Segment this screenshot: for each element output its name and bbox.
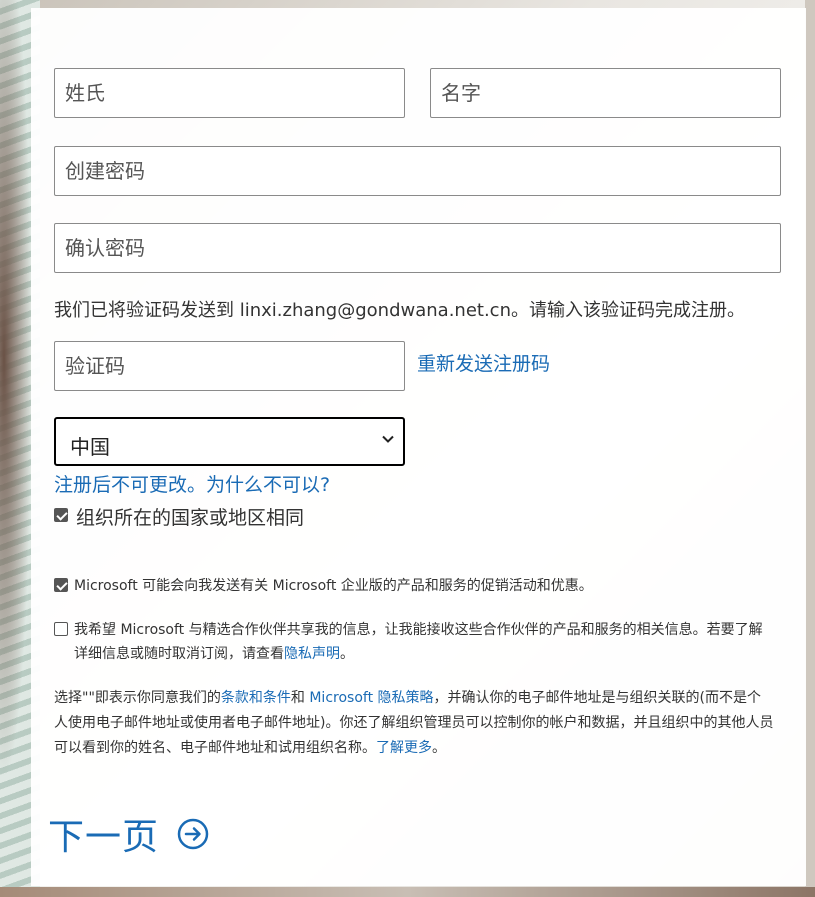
promo-consent-checkbox[interactable]: [54, 578, 68, 592]
background-photo-right: [805, 0, 815, 897]
country-select[interactable]: 中国: [54, 417, 405, 466]
partner-consent-end: 。: [340, 646, 354, 662]
partner-consent-checkbox[interactable]: [54, 622, 68, 636]
legal-text-part1: 选择""即表示你同意我们的: [54, 690, 221, 706]
same-region-label: 组织所在的国家或地区相同: [76, 507, 305, 529]
create-password-input[interactable]: [54, 146, 781, 196]
privacy-statement-link[interactable]: 隐私声明: [284, 646, 340, 662]
last-name-input[interactable]: [54, 68, 405, 118]
confirm-password-input[interactable]: [54, 223, 781, 273]
country-select-value: 中国: [70, 435, 110, 459]
background-photo-bottom: [0, 887, 815, 897]
verification-notice: 我们已将验证码发送到 linxi.zhang@gondwana.net.cn。请…: [54, 300, 745, 321]
next-button-label: 下一页: [48, 817, 160, 858]
chevron-down-icon: [382, 435, 394, 443]
same-region-checkbox-row[interactable]: 组织所在的国家或地区相同: [54, 503, 304, 530]
partner-consent-label: 我希望 Microsoft 与精选合作伙伴共享我的信息，让我能接收这些合作伙伴的…: [74, 622, 763, 662]
terms-link[interactable]: 条款和条件: [221, 690, 291, 706]
arrow-circle-right-icon: [177, 818, 209, 850]
promo-consent-row[interactable]: Microsoft 可能会向我发送有关 Microsoft 企业版的产品和服务的…: [54, 574, 784, 598]
next-button[interactable]: 下一页: [48, 808, 209, 860]
promo-consent-label: Microsoft 可能会向我发送有关 Microsoft 企业版的产品和服务的…: [74, 578, 593, 594]
partner-consent-row[interactable]: 我希望 Microsoft 与精选合作伙伴共享我的信息，让我能接收这些合作伙伴的…: [54, 618, 776, 666]
learn-more-link[interactable]: 了解更多: [376, 740, 432, 756]
legal-text-part2: 和: [290, 690, 310, 706]
first-name-input[interactable]: [430, 68, 781, 118]
legal-text-part4: 。: [432, 740, 446, 756]
resend-code-link[interactable]: 重新发送注册码: [417, 349, 550, 376]
verification-code-input[interactable]: [54, 341, 405, 391]
legal-disclaimer: 选择""即表示你同意我们的条款和条件和 Microsoft 隐私策略，并确认你的…: [54, 686, 774, 761]
same-region-checkbox[interactable]: [54, 508, 68, 522]
country-note-link[interactable]: 注册后不可更改。为什么不可以?: [54, 470, 330, 497]
partner-consent-text: 我希望 Microsoft 与精选合作伙伴共享我的信息，让我能接收这些合作伙伴的…: [74, 618, 776, 666]
privacy-policy-link[interactable]: Microsoft 隐私策略: [309, 690, 433, 706]
